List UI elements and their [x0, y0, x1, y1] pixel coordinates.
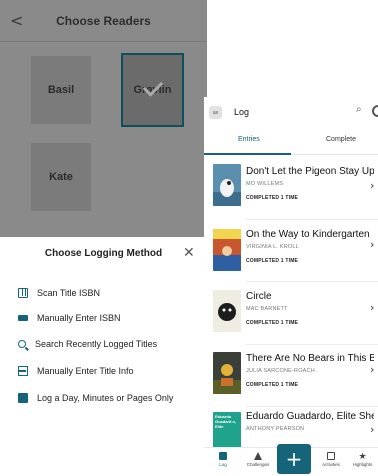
book-status: COMPLETED 1 TIME — [246, 195, 299, 201]
method-manual-title[interactable]: Manually Enter Title Info — [18, 362, 134, 380]
reader-tile-gravlin[interactable]: Gravlin — [121, 53, 184, 127]
chevron-right-icon[interactable]: › — [370, 179, 374, 192]
method-label: Manually Enter ISBN — [37, 313, 121, 323]
circle-cover-art — [218, 303, 236, 321]
nav-label: Challenges — [246, 462, 270, 467]
method-manual-isbn[interactable]: Manually Enter ISBN — [18, 309, 121, 327]
nav-highlights[interactable]: ★ Highlights — [347, 452, 378, 467]
tab-indicator — [204, 153, 291, 155]
nav-label: Log — [219, 462, 227, 467]
cover-text: Eduardo Guadard o, Elite — [215, 414, 237, 429]
book-row[interactable]: On the Way to Kindergarten VIRGINIA L. K… — [204, 221, 378, 281]
tab-complete[interactable]: Complete — [326, 136, 356, 143]
choose-readers-screen: < Choose Readers Basil Gravlin Kate Choo… — [0, 0, 207, 476]
method-label: Manually Enter Title Info — [37, 366, 134, 376]
chevron-right-icon[interactable]: › — [370, 238, 374, 251]
book-author: JULIA SARCONE-ROACH — [246, 368, 315, 374]
reader-tile-kate[interactable]: Kate — [31, 143, 91, 211]
back-icon[interactable]: < — [10, 11, 23, 30]
method-log-day[interactable]: Log a Day, Minutes or Pages Only — [18, 389, 173, 407]
log-header: ax Log ⌕ — [204, 97, 378, 127]
sheet-title: Choose Logging Method — [44, 248, 163, 259]
book-cover — [213, 352, 241, 394]
add-button[interactable]: + — [277, 444, 311, 474]
book-row[interactable]: Don't Let the Pigeon Stay Up L... MO WIL… — [204, 159, 378, 219]
chevron-right-icon[interactable]: › — [370, 363, 374, 376]
search-icon — [18, 340, 26, 348]
book-title: Don't Let the Pigeon Stay Up L... — [246, 166, 374, 177]
add-icon: + — [285, 447, 303, 471]
divider — [246, 406, 378, 407]
bottom-navigation: Log Challenges + Activities ★ Highlights — [204, 444, 378, 476]
star-icon: ★ — [358, 452, 367, 461]
nav-label: Highlights — [352, 462, 373, 467]
reader-tile-basil[interactable]: Basil — [31, 56, 91, 124]
book-title: On the Way to Kindergarten — [246, 229, 370, 240]
nav-label: Activities — [322, 462, 340, 467]
divider — [246, 219, 378, 220]
book-cover — [213, 290, 241, 332]
book-row[interactable]: There Are No Bears in This Ba... JULIA S… — [204, 346, 378, 406]
books-icon — [18, 393, 28, 403]
book-cover — [213, 229, 241, 271]
book-status: COMPLETED 1 TIME — [246, 320, 299, 326]
page-title: Choose Readers — [56, 13, 151, 28]
challenges-icon — [254, 452, 262, 460]
reader-name: Kate — [49, 171, 73, 183]
book-cover: Eduardo Guadard o, Elite — [213, 412, 241, 448]
method-label: Search Recently Logged Titles — [35, 339, 158, 349]
log-tabs: Entries Complete — [204, 129, 378, 155]
kindergarten-cover-art — [213, 229, 241, 271]
book-author: VIRGINIA L. KROLL — [246, 244, 299, 250]
book-title: Eduardo Guadardo, Elite Sheep — [246, 411, 374, 422]
chevron-right-icon[interactable]: › — [370, 423, 374, 436]
reader-name: Basil — [47, 84, 75, 96]
log-icon — [219, 452, 227, 460]
keyboard-icon — [18, 315, 28, 321]
method-scan-isbn[interactable]: Scan Title ISBN — [18, 284, 100, 302]
scan-isbn-icon — [18, 288, 28, 298]
book-author: ANTHONY PEARSON — [246, 426, 305, 432]
pigeon-cover-art — [213, 179, 241, 206]
table-icon — [18, 366, 28, 376]
book-status: COMPLETED 1 TIME — [246, 258, 299, 264]
close-icon[interactable]: ✕ — [183, 244, 195, 261]
book-title: There Are No Bears in This Ba... — [246, 353, 374, 364]
divider — [246, 344, 378, 345]
search-icon[interactable]: ⌕ — [356, 104, 362, 115]
method-search-recent[interactable]: Search Recently Logged Titles — [18, 335, 157, 353]
chevron-right-icon[interactable]: › — [370, 301, 374, 314]
book-author: MO WILLEMS — [246, 181, 284, 187]
bears-cover-art — [213, 364, 241, 394]
book-row[interactable]: Eduardo Guadard o, Elite Eduardo Guadard… — [204, 408, 378, 448]
method-label: Log a Day, Minutes or Pages Only — [37, 393, 174, 403]
book-author: MAC BARNETT — [246, 306, 288, 312]
nav-log[interactable]: Log — [206, 452, 240, 467]
nav-challenges[interactable]: Challenges — [241, 452, 275, 467]
avatar[interactable]: ax — [209, 106, 222, 119]
book-status: COMPLETED 1 TIME — [246, 382, 299, 388]
tab-entries[interactable]: Entries — [238, 136, 260, 143]
book-cover — [213, 164, 241, 206]
log-screen: ax Log ⌕ Entries Complete Don't Let the … — [204, 97, 378, 476]
profile-icon[interactable] — [372, 105, 378, 117]
book-row[interactable]: Circle MAC BARNETT COMPLETED 1 TIME › — [204, 284, 378, 344]
choose-readers-header: < Choose Readers — [0, 0, 207, 42]
book-title: Circle — [246, 291, 272, 302]
page-title: Log — [234, 107, 250, 117]
method-label: Scan Title ISBN — [37, 288, 101, 298]
activities-icon — [327, 452, 335, 460]
nav-activities[interactable]: Activities — [314, 452, 348, 467]
divider — [246, 281, 378, 282]
